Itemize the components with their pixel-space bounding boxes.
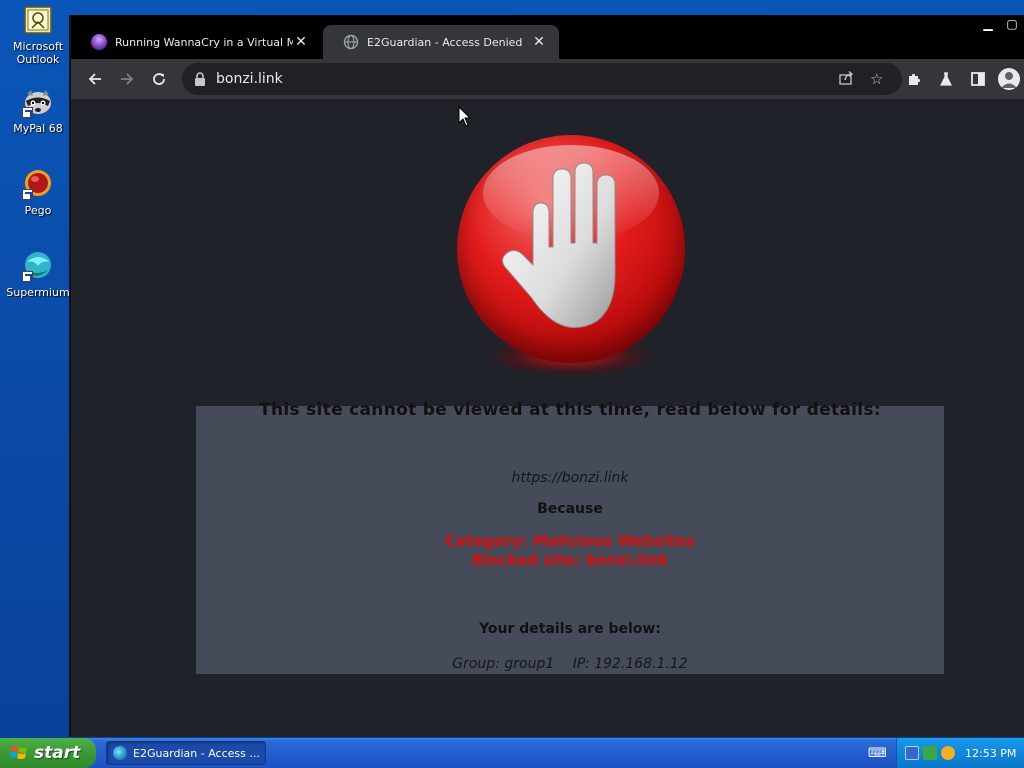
page-content: This site cannot be viewed at this time,… — [71, 100, 1024, 737]
extensions-puzzle-icon[interactable] — [898, 63, 930, 95]
supermium-icon — [113, 746, 127, 760]
raccoon-icon — [22, 86, 54, 118]
tab-access-denied[interactable]: E2Guardian - Access Denied ✕ — [323, 25, 559, 59]
security-shield-icon[interactable] — [923, 746, 937, 760]
tab-wannacry[interactable]: Running WannaCry in a Virtual Mach ✕ — [71, 25, 321, 59]
browser-toolbar: bonzi.link ☆ — [71, 59, 1024, 99]
side-panel-icon[interactable] — [962, 63, 994, 95]
back-button[interactable] — [79, 63, 111, 95]
start-button[interactable]: start — [0, 738, 96, 768]
window-controls: ▁ ▢ — [976, 15, 1024, 35]
group-text: Group: group1 — [452, 656, 555, 672]
mouse-pointer-icon — [458, 105, 472, 132]
arrow-left-icon — [88, 73, 101, 85]
desktop-icon-label: Microsoft Outlook — [12, 40, 64, 66]
block-reason: Category: Malicious Websites Blocked sit… — [196, 532, 944, 570]
details-heading: Your details are below: — [479, 621, 661, 637]
desktop-icon-pego[interactable]: Pego — [4, 168, 72, 217]
outlook-icon — [22, 4, 54, 36]
arrow-right-icon — [121, 73, 134, 85]
user-details: Group: group1 IP: 192.168.1.12 — [196, 656, 944, 672]
toolbar-actions — [898, 63, 1024, 95]
because-label: Because — [537, 501, 603, 517]
pego-icon — [22, 168, 54, 200]
bookmark-star-icon[interactable]: ☆ — [870, 70, 883, 88]
share-icon[interactable] — [838, 70, 854, 90]
shortcut-arrow-icon — [22, 189, 33, 200]
desktop-icon-mypal[interactable]: MyPal 68 — [4, 86, 72, 135]
windows-flag-icon — [10, 744, 28, 762]
tab-title: Running WannaCry in a Virtual Mach — [115, 35, 293, 49]
reload-button[interactable] — [143, 63, 175, 95]
shortcut-arrow-icon — [22, 271, 33, 282]
tab-title: E2Guardian - Access Denied — [367, 35, 523, 49]
stop-hand-icon — [457, 135, 685, 363]
desktop-icon-label: Pego — [24, 204, 52, 217]
forward-button[interactable] — [111, 63, 143, 95]
desktop-icon-label: MyPal 68 — [13, 122, 63, 135]
minimize-button[interactable]: ▁ — [976, 15, 1000, 35]
search-icon[interactable] — [941, 746, 955, 760]
shortcut-arrow-icon — [22, 107, 33, 118]
globe-icon — [343, 34, 359, 50]
labs-flask-icon[interactable] — [930, 63, 962, 95]
profile-avatar-icon[interactable] — [998, 68, 1020, 90]
taskbar: start E2Guardian - Access ... ⌨ 12:53 PM — [0, 738, 1024, 768]
blocked-site-text: Blocked site: bonzi.link — [471, 551, 669, 569]
keyboard-icon[interactable]: ⌨ — [868, 746, 887, 761]
start-label: start — [34, 743, 81, 763]
supermium-icon — [22, 250, 54, 282]
desktop-icon-label: Supermium — [6, 286, 70, 299]
reload-icon — [153, 73, 165, 85]
ip-text: IP: 192.168.1.12 — [572, 656, 688, 672]
address-text: bonzi.link — [216, 71, 283, 87]
lock-icon[interactable] — [194, 72, 206, 86]
browser-window: Running WannaCry in a Virtual Mach ✕ E2G… — [69, 15, 1024, 737]
category-text: Category: Malicious Websites — [445, 532, 695, 550]
blocked-url: https://bonzi.link — [511, 470, 629, 486]
network-icon[interactable] — [905, 746, 919, 760]
taskbar-item-label: E2Guardian - Access ... — [133, 746, 260, 760]
address-bar[interactable]: bonzi.link ☆ — [182, 63, 902, 95]
desktop-icon-outlook[interactable]: Microsoft Outlook — [4, 4, 72, 66]
clock: 12:53 PM — [965, 746, 1017, 760]
page-title: This site cannot be viewed at this time,… — [259, 400, 881, 420]
close-tab-icon[interactable]: ✕ — [531, 34, 547, 50]
denied-panel: This site cannot be viewed at this time,… — [196, 400, 944, 674]
close-tab-icon[interactable]: ✕ — [293, 34, 309, 50]
tab-strip: Running WannaCry in a Virtual Mach ✕ E2G… — [71, 15, 1024, 59]
system-tray: 12:53 PM — [896, 738, 1024, 768]
desktop-icon-supermium[interactable]: Supermium — [4, 250, 72, 299]
taskbar-item-e2guardian[interactable]: E2Guardian - Access ... — [106, 741, 266, 765]
bonzi-favicon — [91, 34, 107, 50]
maximize-button[interactable]: ▢ — [1000, 15, 1024, 35]
